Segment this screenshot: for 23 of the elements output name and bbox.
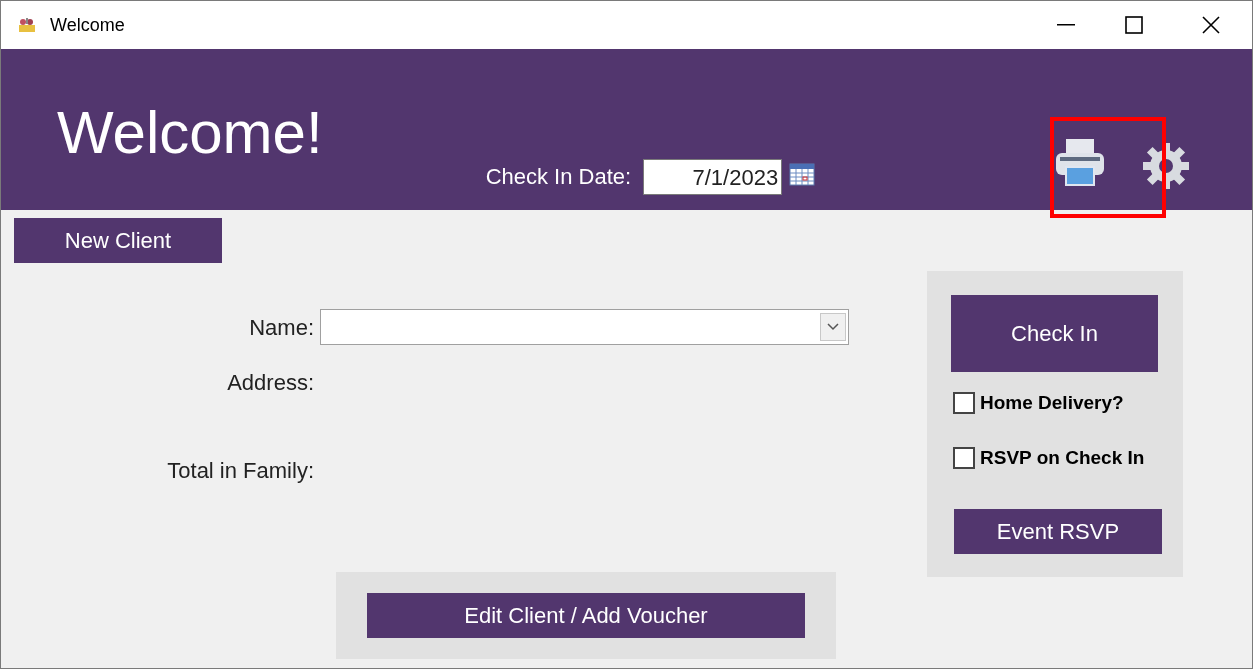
- check-in-button[interactable]: Check In: [951, 295, 1158, 372]
- checkbox-label: RSVP on Check In: [980, 445, 1145, 470]
- checkbox[interactable]: [953, 392, 975, 415]
- app-icon: [18, 17, 36, 33]
- checkbox-label: Home Delivery?: [980, 391, 1124, 415]
- new-client-button[interactable]: New Client: [14, 218, 222, 263]
- check-in-date-field[interactable]: 7/1/2023: [643, 159, 783, 195]
- settings-icon[interactable]: [1141, 141, 1192, 191]
- checkbox[interactable]: [953, 446, 975, 469]
- calendar-icon[interactable]: [789, 162, 816, 186]
- check-in-date-label: Check In Date:: [485, 163, 632, 191]
- maximize-icon[interactable]: [1125, 16, 1143, 34]
- name-dropdown[interactable]: [320, 309, 849, 345]
- welcome-heading: Welcome!: [57, 98, 323, 168]
- minimize-icon[interactable]: [1057, 24, 1075, 26]
- printer-icon[interactable]: [1054, 137, 1107, 187]
- close-icon[interactable]: [1202, 16, 1220, 34]
- event-rsvp-button[interactable]: Event RSVP: [954, 509, 1162, 554]
- edit-client-button[interactable]: Edit Client / Add Voucher: [367, 593, 805, 638]
- field-label: Name:: [248, 313, 314, 342]
- field-label: Total in Family:: [166, 456, 314, 485]
- window-title: Welcome: [50, 13, 125, 37]
- field-label: Address:: [226, 368, 314, 397]
